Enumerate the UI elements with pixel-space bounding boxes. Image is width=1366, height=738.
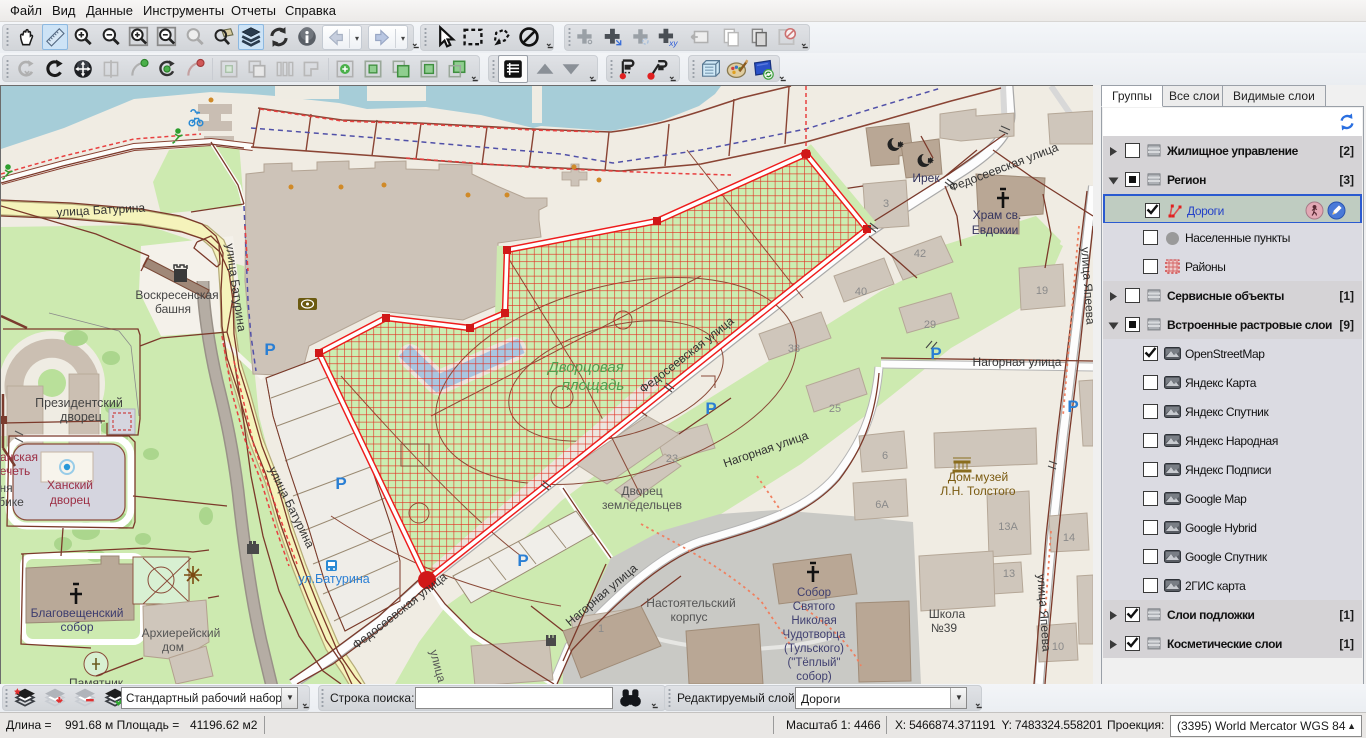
- svg-text:собор): собор): [796, 671, 832, 683]
- svg-text:Николая: Николая: [791, 615, 836, 627]
- svg-text:Храм св.: Храм св.: [973, 208, 1022, 222]
- svg-text:Дом-музей: Дом-музей: [948, 470, 1008, 484]
- svg-text:13А: 13А: [998, 521, 1018, 533]
- svg-text:P: P: [264, 340, 275, 359]
- svg-text:бике: бике: [1, 495, 24, 509]
- svg-text:P: P: [705, 399, 716, 418]
- svg-text:№39: №39: [931, 621, 958, 635]
- svg-text:P: P: [1067, 397, 1078, 416]
- svg-text:корпус: корпус: [670, 610, 707, 624]
- svg-text:площадь: площадь: [562, 377, 625, 394]
- svg-text:Ирек: Ирек: [912, 171, 940, 185]
- svg-text:Настоятельский: Настоятельский: [646, 596, 735, 610]
- svg-text:Евдокии: Евдокии: [972, 223, 1019, 237]
- svg-text:25: 25: [829, 403, 841, 415]
- svg-text:6: 6: [882, 450, 888, 462]
- svg-text:земледельцев: земледельцев: [602, 498, 682, 512]
- svg-text:Собор: Собор: [797, 587, 831, 599]
- svg-text:P: P: [517, 551, 528, 570]
- svg-text:Чудотворца: Чудотворца: [783, 629, 847, 641]
- svg-text:("Тёплый": ("Тёплый": [787, 657, 840, 669]
- svg-text:ул.Батурина: ул.Батурина: [298, 572, 369, 586]
- svg-text:башня: башня: [155, 302, 191, 316]
- svg-text:дворец: дворец: [50, 493, 90, 507]
- svg-text:13: 13: [1003, 568, 1015, 580]
- svg-text:дом: дом: [162, 640, 184, 654]
- svg-text:P: P: [335, 474, 346, 493]
- svg-text:38: 38: [788, 343, 800, 355]
- svg-text:6А: 6А: [875, 499, 889, 511]
- svg-text:14: 14: [1063, 532, 1075, 544]
- svg-text:42: 42: [914, 248, 926, 260]
- svg-text:Воскресенская: Воскресенская: [135, 288, 218, 302]
- svg-text:Благовещенский: Благовещенский: [31, 606, 124, 620]
- svg-text:Памятник: Памятник: [69, 676, 124, 684]
- svg-text:дворец: дворец: [60, 410, 102, 424]
- svg-text:Дворец: Дворец: [621, 484, 662, 498]
- svg-text:Школа: Школа: [929, 607, 966, 621]
- svg-text:Архиерейский: Архиерейский: [142, 626, 221, 640]
- svg-text:xy: xy: [668, 39, 678, 48]
- svg-text:Нагорная улица: Нагорная улица: [973, 355, 1062, 369]
- svg-text:Президентский: Президентский: [35, 396, 123, 410]
- svg-text:(Тульского): (Тульского): [784, 643, 844, 655]
- svg-text:Дворцовая: Дворцовая: [546, 359, 624, 376]
- svg-text:Ханский: Ханский: [47, 478, 93, 492]
- svg-text:23: 23: [666, 453, 678, 465]
- svg-text:29: 29: [924, 319, 936, 331]
- svg-text:3: 3: [883, 198, 889, 210]
- svg-text:P: P: [930, 344, 941, 363]
- svg-text:10: 10: [1052, 641, 1064, 653]
- svg-text:Л.Н. Толстого: Л.Н. Толстого: [940, 484, 1015, 498]
- svg-text:ечеть: ечеть: [1, 464, 30, 478]
- svg-text:1: 1: [598, 623, 604, 635]
- svg-text:19: 19: [1036, 285, 1048, 297]
- svg-text:анская: анская: [1, 450, 38, 464]
- svg-text:Святого: Святого: [793, 601, 835, 613]
- svg-text:40: 40: [855, 286, 867, 298]
- svg-text:ня: ня: [1, 481, 13, 495]
- svg-text:собор: собор: [60, 620, 93, 634]
